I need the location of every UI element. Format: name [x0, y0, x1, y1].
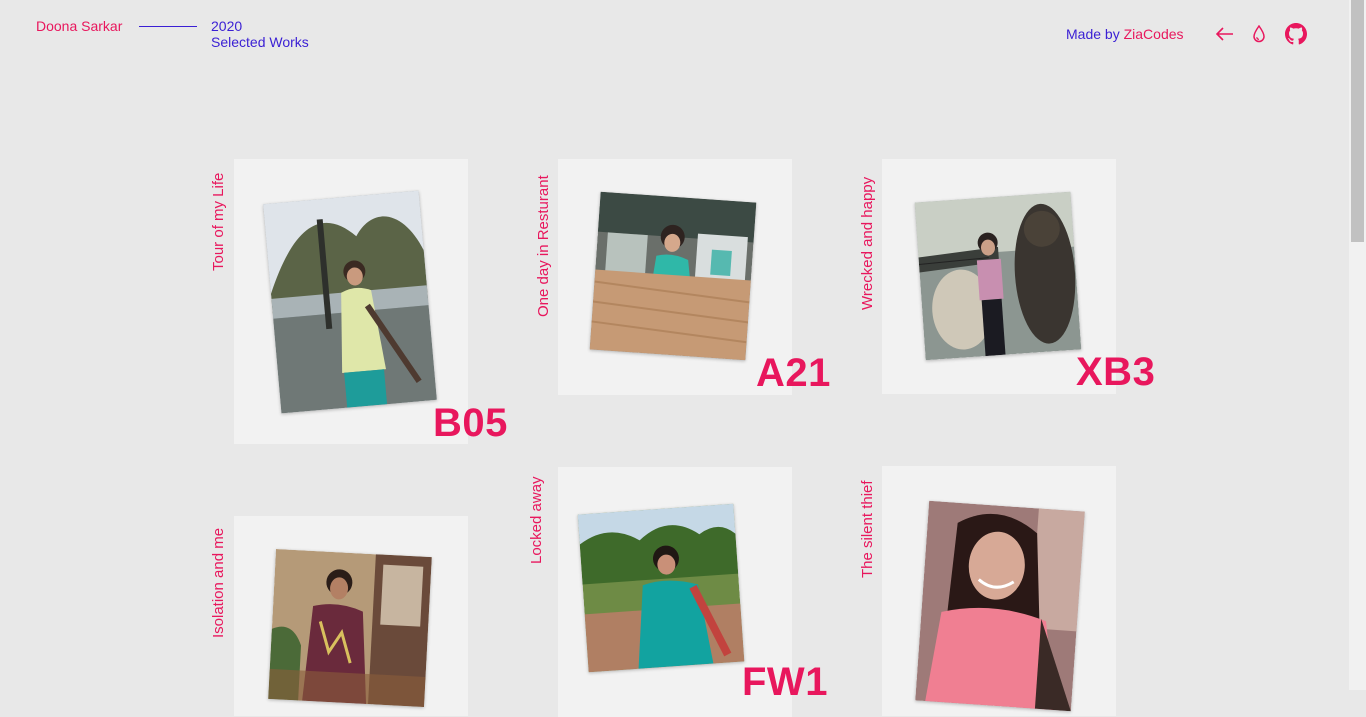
- work-card[interactable]: Tour of my Life B05: [210, 159, 507, 445]
- scrollbar[interactable]: [1349, 0, 1366, 690]
- github-icon[interactable]: [1284, 22, 1308, 46]
- water-drop-icon[interactable]: [1249, 23, 1269, 45]
- work-photo[interactable]: [914, 191, 1082, 361]
- work-label: Tour of my Life: [210, 172, 227, 271]
- work-photo[interactable]: [263, 190, 437, 414]
- author-name[interactable]: Doona Sarkar: [36, 18, 122, 34]
- work-label: Locked away: [528, 476, 545, 564]
- work-photo[interactable]: [915, 500, 1085, 712]
- subtitle-label: Selected Works: [211, 34, 309, 50]
- work-code: FW1: [742, 660, 828, 704]
- work-photo[interactable]: [268, 549, 432, 707]
- work-label: The silent thief: [859, 480, 876, 578]
- collection-info: 2020 Selected Works: [211, 18, 309, 50]
- year-label: 2020: [211, 18, 243, 34]
- work-card[interactable]: One day in Resturant A21: [535, 159, 830, 395]
- work-label: Wrecked and happy: [859, 176, 876, 310]
- creator-link[interactable]: ZiaCodes: [1124, 26, 1184, 42]
- work-code: A21: [756, 351, 831, 395]
- scrollbar-thumb[interactable]: [1351, 0, 1364, 242]
- arrow-left-icon[interactable]: [1214, 24, 1236, 44]
- work-card[interactable]: The silent thief: [859, 466, 1116, 716]
- work-code: B05: [433, 401, 508, 445]
- work-photo[interactable]: [589, 191, 757, 361]
- made-by-credit[interactable]: Made by ZiaCodes: [1066, 26, 1184, 42]
- work-code: XB3: [1076, 350, 1156, 394]
- work-label: One day in Resturant: [535, 175, 552, 317]
- work-card[interactable]: Isolation and me: [210, 516, 468, 716]
- work-card[interactable]: Wrecked and happy XB3: [859, 159, 1155, 394]
- made-by-prefix: Made by: [1066, 26, 1120, 42]
- header-divider: [139, 26, 197, 27]
- work-card[interactable]: Locked away FW1: [528, 467, 827, 717]
- work-photo[interactable]: [577, 503, 745, 673]
- work-label: Isolation and me: [210, 527, 227, 638]
